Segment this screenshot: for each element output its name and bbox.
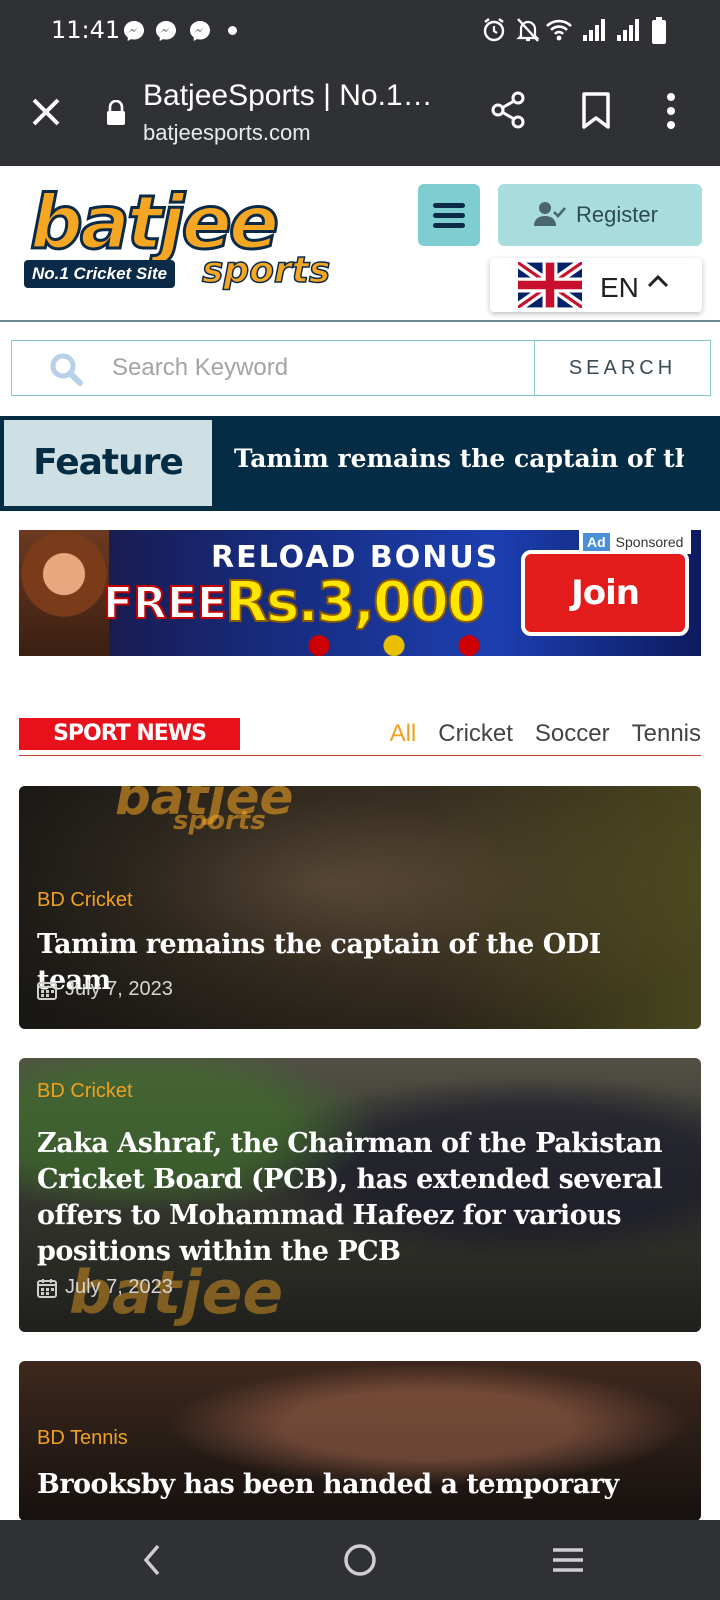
article-card[interactable]: batjee sports BD Cricket Tamim remains t… (19, 786, 701, 1029)
feature-label: Feature (4, 420, 212, 506)
sponsored-label: Sponsored (615, 534, 684, 550)
page-title[interactable]: BatjeeSports | No.1… (143, 79, 443, 113)
language-code: EN (600, 272, 639, 303)
article-date-text: July 7, 2023 (65, 978, 173, 1000)
logo-tagline: No.1 Cricket Site (24, 260, 176, 288)
hamburger-line (433, 203, 465, 208)
close-tab-icon[interactable] (28, 94, 64, 130)
page-url[interactable]: batjeesports.com (143, 120, 311, 146)
ad-join-now-button[interactable]: Join NOW (521, 550, 689, 656)
messenger-icon (190, 21, 210, 41)
bookmark-icon[interactable] (580, 92, 612, 130)
batjee-sports-logo[interactable]: batjee No.1 Cricket Site sports (22, 179, 338, 292)
article-category[interactable]: BD Tennis (37, 1427, 128, 1450)
logo-sports: sports (201, 249, 331, 292)
search-bar: SEARCH (11, 340, 711, 396)
article-date-text: July 7, 2023 (65, 1276, 173, 1298)
language-selector[interactable]: EN (490, 258, 702, 312)
search-icon (50, 353, 83, 386)
article-headline[interactable]: Zaka Ashraf, the Chairman of the Pakista… (37, 1126, 677, 1270)
more-options-icon[interactable] (665, 92, 677, 130)
tab-cricket[interactable]: Cricket (438, 720, 513, 748)
article-date: July 7, 2023 (37, 978, 173, 1001)
battery-icon (652, 17, 666, 44)
sport-news-header: SPORT NEWS All Cricket Soccer Tennis (19, 716, 701, 756)
hamburger-line (433, 213, 465, 218)
uk-flag-icon (518, 262, 582, 308)
article-category[interactable]: BD Cricket (37, 1080, 133, 1103)
feature-ticker-link[interactable]: Tamim remains the captain of the ODI tea… (234, 444, 684, 473)
wifi-icon (546, 19, 572, 41)
article-date: July 7, 2023 (37, 1276, 173, 1299)
ad-sponsored-badge[interactable]: Ad Sponsored (579, 530, 692, 554)
tab-all[interactable]: All (390, 720, 417, 748)
messenger-icon (124, 21, 144, 41)
ad-casino-chips-image (269, 630, 519, 656)
register-label: Register (576, 202, 658, 227)
menu-button[interactable] (418, 184, 480, 246)
calendar-icon (37, 1278, 57, 1298)
sponsored-ad-banner[interactable]: RELOAD BONUS FREE Rs.3,000 Join NOW AdSp… (19, 530, 701, 656)
home-icon[interactable] (342, 1542, 378, 1578)
ad-free-text: FREE (102, 577, 228, 630)
messenger-icon (156, 21, 176, 41)
user-check-icon (534, 202, 566, 226)
feature-ticker: Feature Tamim remains the captain of the… (0, 416, 720, 511)
ad-amount: Rs.3,000 (224, 569, 487, 636)
chevron-up-icon (647, 274, 669, 288)
notification-dot-icon (228, 26, 237, 35)
alarm-icon (483, 18, 505, 42)
mute-icon (516, 18, 540, 42)
sport-news-label: SPORT NEWS (19, 718, 240, 750)
status-time: 11:41 (51, 16, 121, 44)
tab-tennis[interactable]: Tennis (632, 720, 701, 748)
status-bar: 11:41 (0, 0, 720, 62)
news-category-tabs: All Cricket Soccer Tennis (390, 720, 701, 748)
hamburger-line (433, 223, 465, 228)
tab-soccer[interactable]: Soccer (535, 720, 610, 748)
lock-icon (107, 100, 125, 125)
share-icon[interactable] (488, 90, 528, 130)
watermark-logo: sports (173, 806, 266, 836)
calendar-icon (37, 980, 57, 1000)
article-card[interactable]: BD Tennis Brooksby has been handed a tem… (19, 1361, 701, 1521)
browser-toolbar: BatjeeSports | No.1… batjeesports.com (0, 62, 720, 166)
article-category[interactable]: BD Cricket (37, 889, 133, 912)
ad-character-image (19, 530, 109, 656)
register-button[interactable]: Register (498, 184, 702, 246)
recents-icon[interactable] (550, 1542, 586, 1578)
search-button[interactable]: SEARCH (534, 340, 711, 396)
site-header: batjee No.1 Cricket Site sports Register… (0, 166, 720, 322)
signal-icon (583, 19, 605, 41)
back-icon[interactable] (138, 1542, 166, 1578)
search-input[interactable] (112, 347, 532, 389)
article-headline[interactable]: Brooksby has been handed a temporary (37, 1467, 677, 1503)
ad-tag: Ad (583, 533, 610, 551)
signal-icon (617, 19, 639, 41)
system-navigation-bar (0, 1520, 720, 1600)
article-card[interactable]: batjee BD Cricket Zaka Ashraf, the Chair… (19, 1058, 701, 1332)
